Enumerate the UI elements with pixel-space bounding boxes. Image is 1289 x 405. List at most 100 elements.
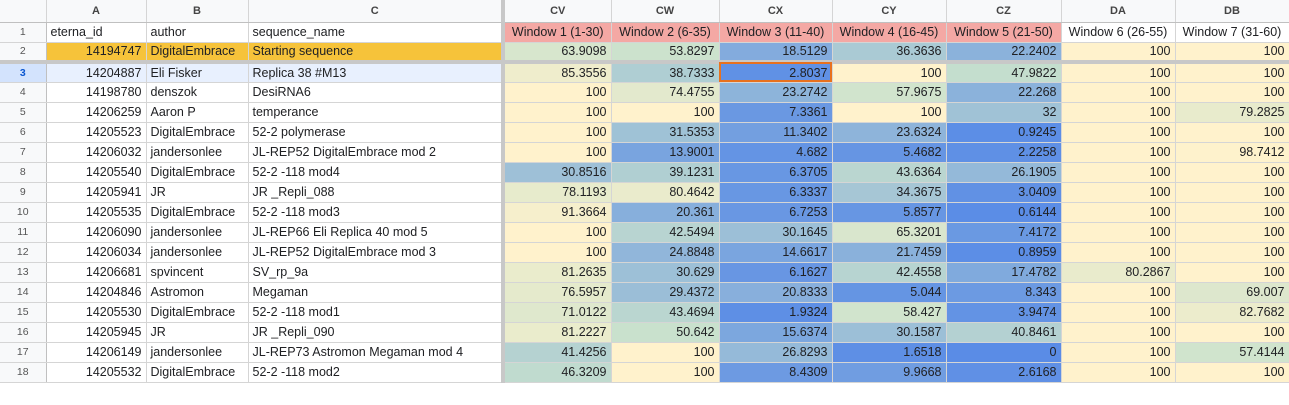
cell-cw-7[interactable]: 13.9001 (611, 142, 720, 163)
cell-b-18[interactable]: DigitalEmbrace (146, 362, 249, 383)
window-5-header[interactable]: Window 5 (21-50) (946, 22, 1062, 43)
cell-c-4[interactable]: DesiRNA6 (248, 82, 505, 103)
cell-db-15[interactable]: 82.7682 (1175, 302, 1289, 323)
row-number[interactable]: 16 (0, 322, 47, 343)
cell-cv-3[interactable]: 85.3556 (503, 62, 612, 83)
cell-c-3[interactable]: Replica 38 #M13 (247, 61, 505, 83)
cell-cy-4[interactable]: 57.9675 (832, 82, 947, 103)
window-4-header[interactable]: Window 4 (16-45) (832, 22, 947, 43)
cell-cv-9[interactable]: 78.1193 (503, 182, 612, 203)
cell-b-8[interactable]: DigitalEmbrace (146, 162, 249, 183)
cell-cw-2[interactable]: 53.8297 (611, 42, 720, 64)
column-header-da[interactable]: DA (1061, 0, 1176, 23)
cell-cy-15[interactable]: 58.427 (832, 302, 947, 323)
cell-db-10[interactable]: 100 (1175, 202, 1289, 223)
column-header-cy[interactable]: CY (832, 0, 947, 23)
row-number[interactable]: 1 (0, 22, 47, 43)
cell-a-14[interactable]: 14204846 (46, 282, 147, 303)
cell-a-8[interactable]: 14205540 (46, 162, 147, 183)
cell-db-4[interactable]: 100 (1175, 82, 1289, 103)
cell-a-9[interactable]: 14205941 (46, 182, 147, 203)
cell-db-16[interactable]: 100 (1175, 322, 1289, 343)
cell-da-10[interactable]: 100 (1061, 202, 1176, 223)
row-number[interactable]: 14 (0, 282, 47, 303)
cell-cv-6[interactable]: 100 (503, 122, 612, 143)
cell-cz-11[interactable]: 7.4172 (946, 222, 1062, 243)
cell-cv-7[interactable]: 100 (503, 142, 612, 163)
cell-c-9[interactable]: JR _Repli_088 (248, 182, 505, 203)
window-6-header[interactable]: Window 6 (26-55) (1061, 22, 1176, 43)
cell-a-15[interactable]: 14205530 (46, 302, 147, 323)
cell-cy-9[interactable]: 34.3675 (832, 182, 947, 203)
cell-c-7[interactable]: JL-REP52 DigitalEmbrace mod 2 (248, 142, 505, 163)
cell-a-13[interactable]: 14206681 (46, 262, 147, 283)
cell-da-16[interactable]: 100 (1061, 322, 1176, 343)
window-1-header[interactable]: Window 1 (1-30) (503, 22, 612, 43)
cell-cw-5[interactable]: 100 (611, 102, 720, 123)
cell-cv-16[interactable]: 81.2227 (503, 322, 612, 343)
column-header-b[interactable]: B (146, 0, 249, 23)
cell-b-13[interactable]: spvincent (146, 262, 249, 283)
row-number[interactable]: 17 (0, 342, 47, 363)
cell-cz-17[interactable]: 0 (946, 342, 1062, 363)
column-header-db[interactable]: DB (1175, 0, 1289, 23)
cell-a-16[interactable]: 14205945 (46, 322, 147, 343)
eterna-id-header[interactable]: eterna_id (46, 22, 147, 43)
cell-a-17[interactable]: 14206149 (46, 342, 147, 363)
row-number[interactable]: 18 (0, 362, 47, 383)
row-number[interactable]: 7 (0, 142, 47, 163)
cell-cx-6[interactable]: 11.3402 (719, 122, 833, 143)
column-header-cz[interactable]: CZ (946, 0, 1062, 23)
cell-cx-15[interactable]: 1.9324 (719, 302, 833, 323)
row-number[interactable]: 3 (0, 62, 47, 83)
row-number[interactable]: 2 (0, 42, 47, 64)
row-number[interactable]: 8 (0, 162, 47, 183)
cell-da-4[interactable]: 100 (1061, 82, 1176, 103)
cell-b-15[interactable]: DigitalEmbrace (146, 302, 249, 323)
cell-c-13[interactable]: SV_rp_9a (248, 262, 505, 283)
cell-cz-6[interactable]: 0.9245 (946, 122, 1062, 143)
row-number[interactable]: 10 (0, 202, 47, 223)
cell-cz-14[interactable]: 8.343 (946, 282, 1062, 303)
cell-cx-2[interactable]: 18.5129 (719, 42, 833, 64)
cell-cz-10[interactable]: 0.6144 (946, 202, 1062, 223)
cell-a-7[interactable]: 14206032 (46, 142, 147, 163)
cell-da-7[interactable]: 100 (1061, 142, 1176, 163)
column-header-cw[interactable]: CW (611, 0, 720, 23)
cell-cw-17[interactable]: 100 (611, 342, 720, 363)
cell-cz-15[interactable]: 3.9474 (946, 302, 1062, 323)
author-header[interactable]: author (146, 22, 249, 43)
cell-b-2[interactable]: DigitalEmbrace (146, 42, 249, 64)
cell-b-5[interactable]: Aaron P (146, 102, 249, 123)
cell-b-6[interactable]: DigitalEmbrace (146, 122, 249, 143)
row-number[interactable]: 4 (0, 82, 47, 103)
cell-b-10[interactable]: DigitalEmbrace (146, 202, 249, 223)
cell-da-9[interactable]: 100 (1061, 182, 1176, 203)
cell-cz-4[interactable]: 22.268 (946, 82, 1062, 103)
cell-cx-10[interactable]: 6.7253 (719, 202, 833, 223)
cell-cy-5[interactable]: 100 (832, 102, 947, 123)
row-number[interactable]: 9 (0, 182, 47, 203)
cell-c-11[interactable]: JL-REP66 Eli Replica 40 mod 5 (248, 222, 505, 243)
cell-cz-9[interactable]: 3.0409 (946, 182, 1062, 203)
cell-cw-11[interactable]: 42.5494 (611, 222, 720, 243)
cell-cx-17[interactable]: 26.8293 (719, 342, 833, 363)
cell-cv-8[interactable]: 30.8516 (503, 162, 612, 183)
cell-cv-12[interactable]: 100 (503, 242, 612, 263)
cell-cx-18[interactable]: 8.4309 (719, 362, 833, 383)
cell-da-11[interactable]: 100 (1061, 222, 1176, 243)
cell-cz-3[interactable]: 47.9822 (946, 62, 1062, 83)
cell-c-2[interactable]: Starting sequence (248, 42, 505, 64)
cell-c-18[interactable]: 52-2 -118 mod2 (248, 362, 505, 383)
cell-cx-4[interactable]: 23.2742 (719, 82, 833, 103)
cell-cy-2[interactable]: 36.3636 (832, 42, 947, 64)
cell-cw-9[interactable]: 80.4642 (611, 182, 720, 203)
cell-b-7[interactable]: jandersonlee (146, 142, 249, 163)
cell-db-11[interactable]: 100 (1175, 222, 1289, 243)
cell-cw-12[interactable]: 24.8848 (611, 242, 720, 263)
row-number[interactable]: 11 (0, 222, 47, 243)
cell-db-9[interactable]: 100 (1175, 182, 1289, 203)
cell-b-3[interactable]: Eli Fisker (145, 61, 249, 83)
cell-cw-13[interactable]: 30.629 (611, 262, 720, 283)
cell-cv-10[interactable]: 91.3664 (503, 202, 612, 223)
